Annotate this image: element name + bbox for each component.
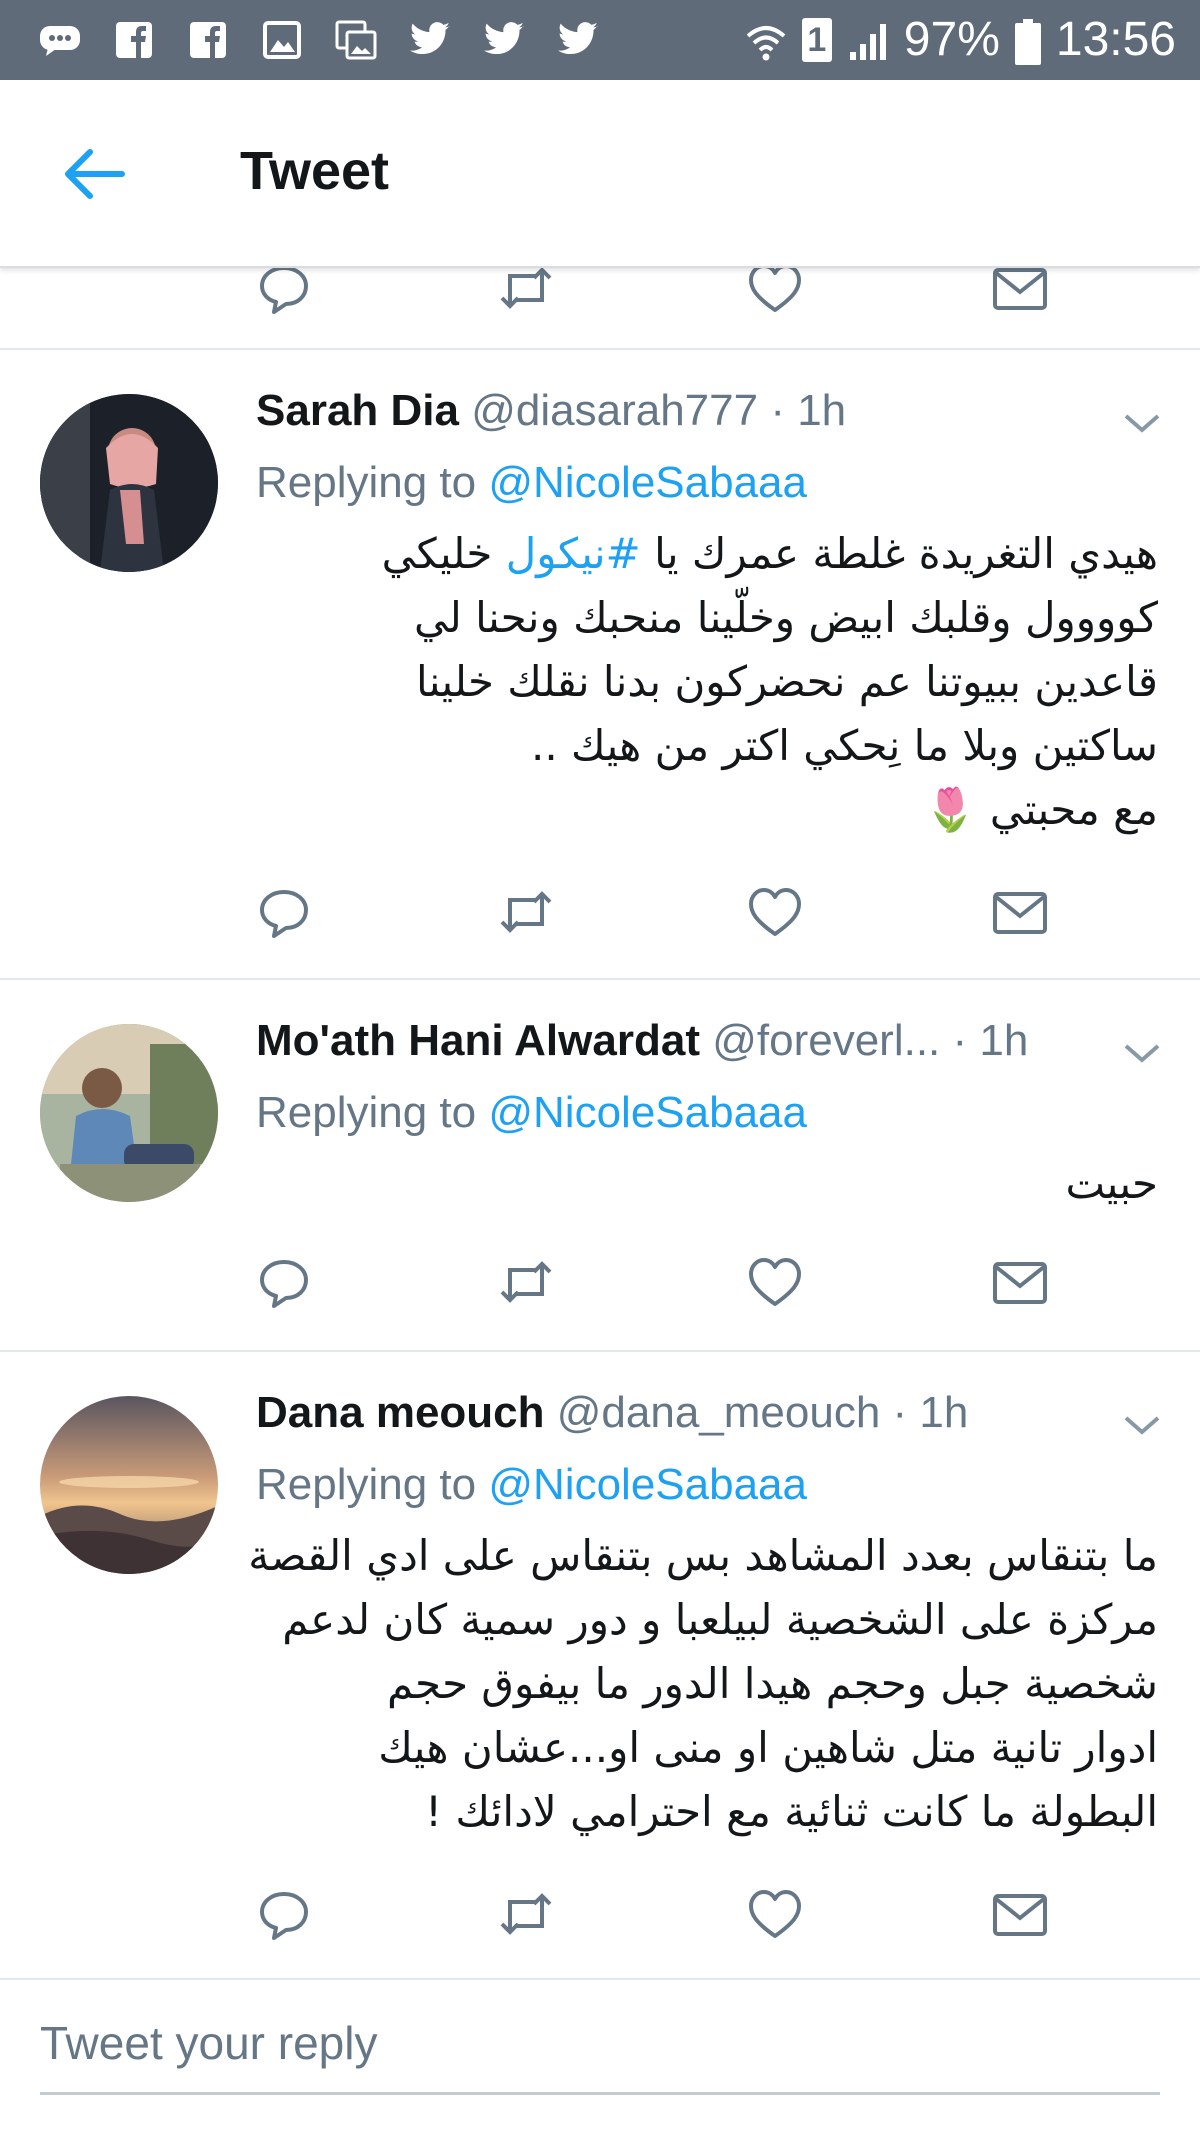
- replying-prefix: Replying to: [256, 1088, 489, 1137]
- reply-composer: [0, 1980, 1200, 2133]
- notification-icons: [0, 20, 600, 60]
- input-underline: [40, 2092, 1160, 2095]
- battery-percent: 97%: [903, 13, 1000, 66]
- twitter-icon: [556, 20, 600, 60]
- tweet-text-line: حبيت: [1065, 1159, 1158, 1208]
- facebook-icon: [112, 20, 156, 60]
- retweet-icon[interactable]: [496, 1884, 556, 1944]
- replying-prefix: Replying to: [256, 458, 489, 507]
- tweet-actions: [0, 1252, 1200, 1312]
- author-name[interactable]: Dana meouch: [256, 1388, 545, 1437]
- message-icon[interactable]: [990, 1884, 1050, 1944]
- author-handle[interactable]: @dana_meouch: [557, 1388, 881, 1437]
- tweet-actions: [0, 1884, 1200, 1944]
- hashtag-link[interactable]: #نيكول: [506, 529, 641, 578]
- author-name[interactable]: Mo'ath Hani Alwardat: [256, 1016, 700, 1065]
- replying-to: Replying to @NicoleSabaaa: [256, 458, 807, 508]
- tweet-text-line: مع محبتي 🌷: [924, 785, 1158, 834]
- tweet-time: · 1h: [770, 386, 847, 435]
- tweet-text-line: مركزة على الشخصية لبيلعبا و دور سمية كان…: [282, 1595, 1158, 1644]
- message-icon[interactable]: [990, 266, 1050, 318]
- replying-to: Replying to @NicoleSabaaa: [256, 1088, 807, 1138]
- chat-icon: [38, 20, 82, 60]
- author-handle[interactable]: @diasarah777: [471, 386, 758, 435]
- tweet-text: هيدي التغريدة غلطة عمرك يا #نيكول خليكي …: [250, 522, 1158, 842]
- tweet-card[interactable]: Sarah Dia @diasarah777 · 1h Replying to …: [0, 350, 1200, 978]
- avatar[interactable]: [40, 394, 218, 572]
- battery-icon: [1014, 0, 1042, 80]
- tweet-header: Sarah Dia @diasarah777 · 1h: [256, 386, 846, 436]
- tweet-header: Mo'ath Hani Alwardat @foreverl... · 1h: [256, 1016, 1028, 1066]
- tweet-text-line: قاعدين ببيوتنا عم نحضركون بدنا نقلك خلين…: [415, 657, 1158, 706]
- gallery-icon: [334, 20, 378, 60]
- like-icon[interactable]: [745, 1252, 805, 1312]
- page-title: Tweet: [240, 141, 390, 201]
- tweet-text-line: البطولة ما كانت ثنائية مع احترامي لادائك…: [425, 1787, 1158, 1836]
- signal-icon: [846, 0, 890, 80]
- reply-input[interactable]: [40, 2008, 1160, 2078]
- status-bar: 1 97% 13:56: [0, 0, 1200, 80]
- replying-prefix: Replying to: [256, 1460, 489, 1509]
- back-arrow-icon[interactable]: [60, 148, 126, 200]
- retweet-icon[interactable]: [496, 266, 556, 318]
- tweet-header: Dana meouch @dana_meouch · 1h: [256, 1388, 968, 1438]
- tweet-text-line: كوووول وقلبك ابيض وخلّينا منحبك ونحنا لي: [414, 593, 1158, 642]
- app-header: Tweet: [0, 80, 1200, 268]
- chevron-down-icon[interactable]: [1120, 408, 1164, 438]
- tweet-text-line: ما بتنقاس بعدد المشاهد بس بتنقاس على ادي…: [248, 1531, 1158, 1580]
- retweet-icon[interactable]: [496, 882, 556, 942]
- system-status: 1 97% 13:56: [744, 0, 1176, 80]
- reply-icon[interactable]: [254, 1252, 314, 1312]
- chevron-down-icon[interactable]: [1120, 1038, 1164, 1068]
- tweet-text-line: هيدي التغريدة غلطة عمرك يا #نيكول خليكي: [250, 522, 1158, 586]
- reply-icon[interactable]: [254, 1884, 314, 1944]
- replying-to-link[interactable]: @NicoleSabaaa: [488, 1088, 807, 1137]
- avatar[interactable]: [40, 1396, 218, 1574]
- previous-tweet-actions: [0, 266, 1200, 348]
- sim-slot: 1: [801, 18, 832, 62]
- retweet-icon[interactable]: [496, 1252, 556, 1312]
- replying-to-link[interactable]: @NicoleSabaaa: [488, 458, 807, 507]
- reply-icon[interactable]: [254, 266, 314, 318]
- text-segment: خليكي: [381, 529, 506, 578]
- tweet-card[interactable]: Dana meouch @dana_meouch · 1h Replying t…: [0, 1352, 1200, 1978]
- message-icon[interactable]: [990, 882, 1050, 942]
- tweet-text: حبيت: [250, 1152, 1158, 1216]
- tweet-text: ما بتنقاس بعدد المشاهد بس بتنقاس على ادي…: [248, 1524, 1158, 1844]
- tweet-actions: [0, 882, 1200, 942]
- tweet-text-line: ساكتين وبلا ما نِحكي اكتر من هيك ..: [531, 721, 1158, 770]
- author-handle[interactable]: @foreverl...: [712, 1016, 940, 1065]
- replying-to-link[interactable]: @NicoleSabaaa: [488, 1460, 807, 1509]
- message-icon[interactable]: [990, 1252, 1050, 1312]
- tweet-time: · 1h: [952, 1016, 1029, 1065]
- tweet-text-line: ادوار تانية متل شاهين او منى او...عشان ه…: [378, 1723, 1158, 1772]
- twitter-icon: [482, 20, 526, 60]
- tweet-time: · 1h: [892, 1388, 969, 1437]
- like-icon[interactable]: [745, 1884, 805, 1944]
- facebook-icon: [186, 20, 230, 60]
- wifi-icon: [744, 0, 788, 80]
- chevron-down-icon[interactable]: [1120, 1410, 1164, 1440]
- twitter-icon: [408, 20, 452, 60]
- tweet-text-line: شخصية جبل وحجم هيدا الدور ما بيفوق حجم: [387, 1659, 1158, 1708]
- like-icon[interactable]: [745, 882, 805, 942]
- clock: 13:56: [1055, 13, 1176, 66]
- sim-icon: 1: [801, 18, 832, 62]
- avatar[interactable]: [40, 1024, 218, 1202]
- like-icon[interactable]: [745, 266, 805, 318]
- replying-to: Replying to @NicoleSabaaa: [256, 1460, 807, 1510]
- author-name[interactable]: Sarah Dia: [256, 386, 459, 435]
- reply-icon[interactable]: [254, 882, 314, 942]
- gallery-icon: [260, 20, 304, 60]
- text-segment: هيدي التغريدة غلطة عمرك يا: [640, 529, 1158, 578]
- tweet-card[interactable]: Mo'ath Hani Alwardat @foreverl... · 1h R…: [0, 980, 1200, 1350]
